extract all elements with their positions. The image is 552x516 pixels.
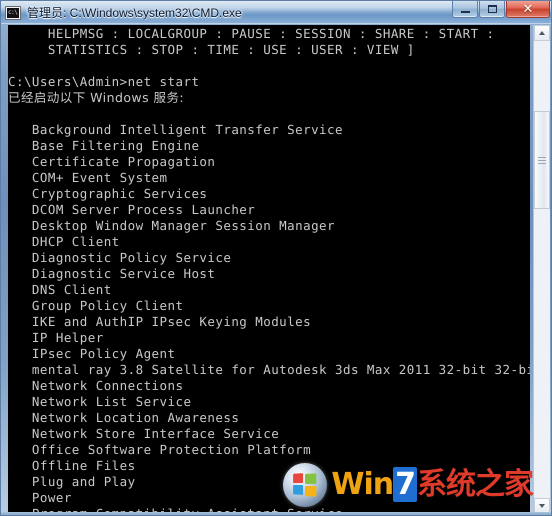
chevron-up-icon bbox=[539, 31, 545, 35]
title-bar[interactable]: 管理员: C:\Windows\system32\CMD.exe ✕ bbox=[1, 1, 551, 24]
scrollbar-thumb[interactable] bbox=[534, 111, 550, 209]
cmd-console-icon bbox=[5, 5, 21, 20]
grip-icon bbox=[538, 156, 546, 164]
chevron-down-icon bbox=[539, 504, 545, 508]
console-text: HELPMSG : LOCALGROUP : PAUSE : SESSION :… bbox=[8, 26, 530, 514]
window-controls: ✕ bbox=[451, 1, 551, 24]
window-title: 管理员: C:\Windows\system32\CMD.exe bbox=[27, 5, 242, 20]
maximize-button[interactable] bbox=[479, 1, 505, 18]
close-button[interactable]: ✕ bbox=[506, 1, 550, 18]
minimize-button[interactable] bbox=[452, 1, 478, 18]
window-bottom-frame bbox=[1, 512, 551, 515]
maximize-icon bbox=[480, 1, 504, 17]
cmd-window: 管理员: C:\Windows\system32\CMD.exe ✕ HELPM… bbox=[0, 0, 552, 516]
scroll-up-button[interactable] bbox=[534, 25, 550, 41]
console-output-area[interactable]: HELPMSG : LOCALGROUP : PAUSE : SESSION :… bbox=[8, 25, 530, 514]
minimize-icon bbox=[453, 1, 477, 17]
close-icon: ✕ bbox=[522, 1, 534, 17]
vertical-scrollbar[interactable] bbox=[533, 25, 550, 514]
